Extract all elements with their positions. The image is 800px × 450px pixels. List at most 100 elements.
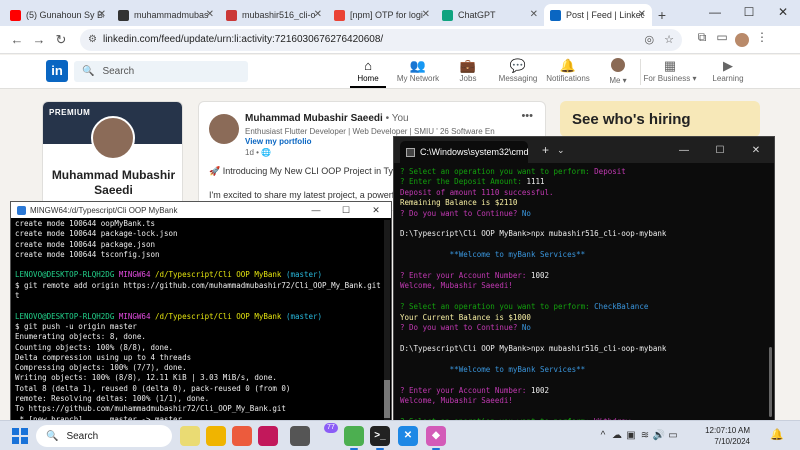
terminal-line: D:\Typescript\Cli OOP MyBank>npx mubashi…	[400, 229, 768, 239]
wifi-icon[interactable]: ≋	[638, 430, 652, 441]
new-tab-button[interactable]: +	[652, 4, 672, 26]
close-icon[interactable]: ✕	[766, 0, 800, 26]
windows-start-icon[interactable]	[12, 428, 28, 444]
terminal-line: Welcome, Mubashir Saeedi!	[400, 281, 768, 291]
battery-icon[interactable]: ▭	[666, 430, 680, 441]
address-bar[interactable]: ⚙ linkedin.com/feed/update/urn:li:activi…	[80, 28, 682, 51]
chrome-profile-icon[interactable]	[344, 426, 364, 450]
nav-item-label: Notifications	[546, 74, 590, 83]
linkedin-logo[interactable]: in	[46, 60, 68, 82]
browser-tab[interactable]: muhammadmubas ✕	[112, 4, 220, 26]
office-icon[interactable]	[232, 426, 252, 446]
new-tab-icon[interactable]: +	[542, 143, 549, 157]
close-tab-icon[interactable]: ✕	[422, 9, 430, 20]
cmd-window[interactable]: C:\Windows\system32\cmd.e ✕ + ⌄ — ☐ ✕ ? …	[393, 136, 775, 422]
browser-tab-strip: (5) Gunahoun Sy Ba ✕ muhammadmubas ✕ mubashi…	[0, 0, 800, 26]
nav-item[interactable]: ▦ For Business ▾	[640, 58, 700, 83]
scrollbar-thumb[interactable]	[384, 380, 390, 418]
minimize-icon[interactable]: —	[666, 145, 702, 156]
file-explorer-icon[interactable]	[206, 426, 226, 446]
volume-icon[interactable]: 🔊	[652, 430, 666, 441]
terminal-text: create mode 100644 oopMyBank.ts	[15, 219, 155, 228]
terminal-text: Welcome, Mubashir Saeedi!	[400, 281, 513, 291]
cmd-tab[interactable]: C:\Windows\system32\cmd.e ✕	[400, 141, 528, 163]
maximize-icon[interactable]: ☐	[331, 205, 361, 216]
bash-output[interactable]: create mode 100644 oopMyBank.ts create mo…	[11, 218, 391, 421]
portfolio-link[interactable]: View my portfolio	[245, 137, 312, 146]
profile-photo[interactable]	[91, 116, 135, 160]
terminal-line	[400, 334, 768, 344]
terminal-text: Compressing objects: 100% (7/7), done.	[15, 363, 187, 373]
terminal-line	[400, 354, 768, 364]
back-icon[interactable]: ←	[6, 32, 28, 47]
browser-tab[interactable]: mubashir516_cli-o ✕	[220, 4, 328, 26]
minimize-icon[interactable]: —	[698, 0, 732, 26]
author-avatar[interactable]	[209, 114, 239, 144]
site-info-icon[interactable]: ⚙	[88, 34, 97, 45]
eye-off-icon[interactable]: ◎	[645, 33, 655, 46]
close-icon[interactable]: ✕	[361, 205, 391, 216]
close-tab-icon[interactable]: ✕	[530, 9, 538, 20]
cmd-output[interactable]: ? Select an operation you want to perfor…	[394, 163, 774, 421]
nav-item[interactable]: ▶ Learning	[698, 58, 758, 83]
terminal-line: $ git remote add origin https://github.c…	[15, 281, 387, 291]
reload-icon[interactable]: ↻	[50, 32, 72, 48]
menu-icon[interactable]: ⋮	[752, 30, 772, 50]
chevron-down-icon[interactable]: ⌄	[557, 145, 565, 156]
profile-card[interactable]: PREMIUM Muhammad Mubashir Saeedi	[42, 101, 183, 211]
minimize-icon[interactable]: —	[301, 205, 331, 216]
profile-avatar[interactable]	[732, 30, 752, 50]
maximize-icon[interactable]: ☐	[732, 0, 766, 26]
app-tray-icon[interactable]: ▣	[624, 430, 638, 441]
close-tab-icon[interactable]: ✕	[98, 9, 106, 20]
terminal-text: Counting objects: 100% (8/8), done.	[15, 342, 174, 352]
bash-scrollbar[interactable]	[384, 220, 390, 420]
nav-item[interactable]: Me ▾	[588, 58, 648, 85]
close-tab-icon[interactable]: ✕	[638, 9, 646, 20]
notifications-bell-icon[interactable]: 🔔	[770, 428, 784, 441]
forward-icon[interactable]: →	[28, 32, 50, 47]
extensions-icon[interactable]: ⧉	[692, 30, 712, 50]
terminal-line: ? Enter your Account Number: 1002	[400, 271, 768, 281]
more-options-icon[interactable]: •••	[521, 110, 533, 122]
tab-favicon-icon	[334, 9, 345, 21]
close-icon[interactable]: ✕	[738, 145, 774, 156]
star-icon[interactable]: ☆	[664, 33, 674, 46]
clock[interactable]: 12:07:10 AM 7/10/2024	[700, 425, 750, 447]
ad-card[interactable]: See who's hiring	[560, 101, 760, 137]
terminal-line: Remaining Balance is $2110	[400, 198, 768, 208]
terminal-icon[interactable]: >_	[370, 426, 390, 450]
terminal-line: ? Do you want to Continue? No	[400, 323, 768, 333]
vscode-icon[interactable]: ✕	[398, 426, 418, 446]
linkedin-search[interactable]: 🔍 Search	[74, 61, 248, 82]
browser-tab[interactable]: [npm] OTP for logi ✕	[328, 4, 436, 26]
taskbar-search[interactable]: 🔍 Search	[36, 425, 172, 447]
app-icon[interactable]	[258, 426, 278, 446]
search-input[interactable]: Search	[102, 66, 134, 77]
browser-tab[interactable]: (5) Gunahoun Sy Ba ✕	[4, 4, 112, 26]
grid-icon: ▦	[663, 58, 677, 73]
close-tab-icon[interactable]: ✕	[206, 9, 214, 20]
maximize-icon[interactable]: ☐	[702, 145, 738, 156]
author-name[interactable]: Muhammad Mubashir Saeedi • You	[245, 113, 409, 124]
onedrive-icon[interactable]: ☁	[610, 430, 624, 441]
ad-text: See who's hiring	[572, 111, 691, 128]
browser-tab[interactable]: ChatGPT ✕	[436, 4, 544, 26]
discord-icon[interactable]	[290, 426, 310, 446]
close-tab-icon[interactable]: ✕	[314, 9, 322, 20]
terminal-text: remote: Resolving deltas: 100% (1/1), do…	[15, 394, 210, 404]
browser-tab[interactable]: Post | Feed | Linkedi ✕	[544, 4, 652, 26]
git-bash-taskbar-icon[interactable]: ◆	[426, 426, 446, 450]
chrome-icon[interactable]	[180, 426, 200, 446]
chevron-up-icon[interactable]: ^	[596, 430, 610, 441]
sidebar-icon[interactable]: ▭	[712, 30, 732, 50]
terminal-line	[15, 301, 387, 311]
git-bash-window[interactable]: MINGW64:/d/Typescript/Cli OOP MyBank — ☐…	[10, 201, 392, 421]
cmd-scrollbar[interactable]	[769, 347, 772, 417]
me-avatar	[588, 58, 648, 76]
profile-name[interactable]: Muhammad Mubashir Saeedi	[43, 168, 182, 198]
terminal-line	[400, 240, 768, 250]
